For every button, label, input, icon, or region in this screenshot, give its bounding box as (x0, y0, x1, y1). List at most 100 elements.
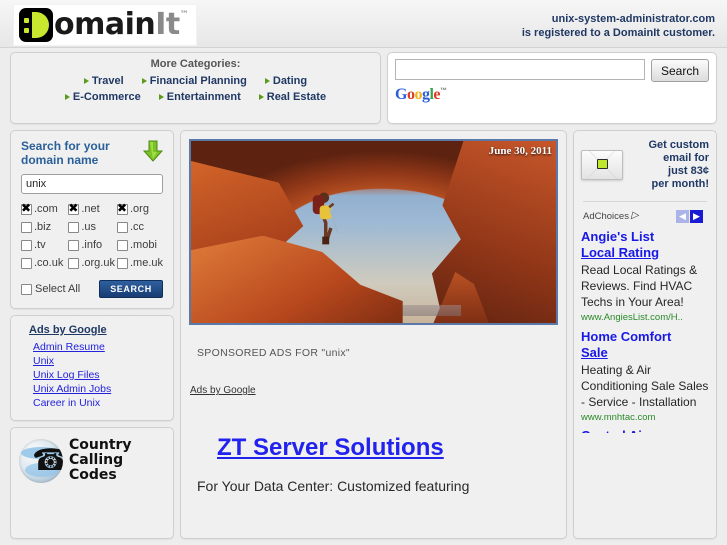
prev-ad-arrow-icon[interactable]: ◀ (676, 210, 689, 223)
top-strip: More Categories: Travel Financial Planni… (0, 48, 727, 130)
center-ads-by-google-link[interactable]: Ads by Google (190, 385, 256, 396)
right-ad-partial-title[interactable]: Central Air (581, 428, 709, 433)
arrow-bullet-icon (158, 94, 164, 100)
checkbox-us[interactable] (68, 221, 80, 233)
arrow-bullet-icon (83, 78, 89, 84)
page-header: omainIt™ unix-system-administrator.com i… (0, 0, 727, 48)
category-link-real-estate[interactable]: Real Estate (258, 91, 326, 103)
category-row-2: E-Commerce Entertainment Real Estate (19, 91, 372, 103)
checkbox-me-uk[interactable] (116, 257, 128, 269)
tld-option-com[interactable]: .com (21, 202, 66, 215)
ad-link-unix-admin-jobs[interactable]: Unix Admin Jobs (33, 382, 163, 396)
ccc-line-1: Country (69, 437, 132, 453)
tld-option-org-uk[interactable]: .org.uk (68, 257, 115, 269)
right-ad-title-line2: Local Rating (581, 245, 660, 260)
country-calling-codes-ad[interactable]: ☎ Country Calling Codes (10, 427, 174, 539)
checkbox-biz[interactable] (21, 221, 32, 233)
ad-link-unix[interactable]: Unix (33, 354, 163, 368)
category-link-dating[interactable]: Dating (264, 75, 307, 87)
checkbox-cc[interactable] (116, 221, 128, 233)
adchoices-link[interactable]: AdChoices (583, 210, 639, 223)
center-ad-title[interactable]: ZT Server Solutions (217, 434, 444, 462)
checkbox-co-uk[interactable] (21, 257, 32, 269)
checkbox-org-uk[interactable] (68, 257, 80, 269)
tld-label: .tv (34, 239, 46, 251)
domainit-logo[interactable]: omainIt™ (14, 5, 197, 45)
tld-label: .co.uk (34, 257, 64, 269)
checkbox-mobi[interactable] (116, 239, 128, 251)
ccc-line-3: Codes (69, 467, 117, 483)
tld-option-cc[interactable]: .cc (116, 221, 163, 233)
ccc-line-2: Calling (69, 452, 124, 468)
ads-by-google-header[interactable]: Ads by Google (29, 324, 163, 336)
right-ad-home-comfort: Home Comfort Sale Heating & Air Conditio… (581, 329, 709, 423)
ad-nav-arrows: ◀ ▶ (676, 210, 703, 223)
google-trademark: ™ (440, 87, 447, 95)
checkbox-select-all[interactable] (21, 283, 32, 295)
domain-search-footer: Select All SEARCH (21, 280, 163, 298)
tld-option-net[interactable]: .net (68, 202, 115, 215)
right-ad-title-line1: Angie's List (581, 229, 655, 244)
tld-option-co-uk[interactable]: .co.uk (21, 257, 66, 269)
tld-label: .info (81, 239, 103, 251)
next-ad-arrow-icon[interactable]: ▶ (690, 210, 703, 223)
center-content-panel: June 30, 2011 SPONSORED ADS FOR "unix" A… (180, 130, 567, 539)
domain-name-input[interactable] (21, 174, 163, 194)
checkbox-com[interactable] (21, 202, 32, 215)
arrow-bullet-icon (64, 94, 70, 100)
arrow-bullet-icon (141, 78, 147, 84)
checkbox-org[interactable] (116, 202, 128, 215)
tld-option-us[interactable]: .us (68, 221, 115, 233)
left-sidebar: Search for your domain name .com .net .o… (10, 130, 174, 539)
custom-email-ad[interactable]: Get custom email for just 83¢ per month! (581, 139, 709, 191)
hiker-figure-icon (313, 192, 339, 245)
tld-option-mobi[interactable]: .mobi (116, 239, 163, 251)
ad-link-career-in-unix[interactable]: Career in Unix (33, 396, 163, 410)
google-search-input[interactable] (395, 59, 645, 80)
tld-label: .org.uk (81, 257, 115, 269)
rock-ledge (191, 235, 403, 323)
center-column: June 30, 2011 SPONSORED ADS FOR "unix" A… (180, 130, 567, 539)
tld-option-tv[interactable]: .tv (21, 239, 66, 251)
sponsored-ads-label: SPONSORED ADS FOR "unix" (197, 347, 350, 359)
hero-photo: June 30, 2011 (189, 139, 558, 325)
tld-option-me-uk[interactable]: .me.uk (116, 257, 163, 269)
email-ad-line-1: Get custom (648, 139, 709, 151)
right-ad-url: www.AngiesList.com/H.. (581, 312, 683, 323)
ad-link-admin-resume[interactable]: Admin Resume (33, 340, 163, 354)
right-ad-title-line2: Sale (581, 345, 608, 360)
right-ad-title[interactable]: Angie's List Local Rating (581, 229, 709, 261)
tld-label: .net (81, 203, 100, 215)
category-link-travel[interactable]: Travel (83, 75, 124, 87)
right-ad-angies-list: Angie's List Local Rating Read Local Rat… (581, 229, 709, 323)
checkbox-info[interactable] (68, 239, 80, 251)
category-link-e-commerce[interactable]: E-Commerce (64, 91, 141, 103)
category-link-entertainment[interactable]: Entertainment (158, 91, 241, 103)
category-link-financial-planning[interactable]: Financial Planning (141, 75, 247, 87)
google-logo: Google™ (395, 86, 709, 104)
google-search-row: Search (395, 59, 709, 82)
select-all-option[interactable]: Select All (21, 283, 80, 295)
envelope-chip (597, 159, 608, 169)
checkbox-net[interactable] (68, 202, 80, 215)
category-label: E-Commerce (72, 91, 141, 103)
tld-label: .biz (34, 221, 52, 233)
domain-search-header: Search for your domain name (21, 139, 163, 167)
center-ad-description: For Your Data Center: Customized featuri… (197, 478, 470, 494)
ad-link-unix-log-files[interactable]: Unix Log Files (33, 368, 163, 382)
ad-divider (583, 201, 707, 202)
tld-option-info[interactable]: .info (68, 239, 115, 251)
country-calling-codes-content: ☎ Country Calling Codes (19, 438, 165, 483)
tld-checkbox-grid: .com .net .org .biz .us .cc .tv .info .m… (21, 202, 163, 269)
adchoices-row: AdChoices ◀ ▶ (581, 210, 709, 223)
logo-dot-top (24, 18, 29, 23)
google-search-button[interactable]: Search (651, 59, 709, 82)
category-label: Travel (91, 75, 124, 87)
checkbox-tv[interactable] (21, 239, 32, 251)
domain-search-button[interactable]: SEARCH (99, 280, 163, 298)
tld-label: .us (81, 221, 97, 233)
tld-option-org[interactable]: .org (116, 202, 163, 215)
tld-option-biz[interactable]: .biz (21, 221, 66, 233)
country-calling-codes-text: Country Calling Codes (69, 438, 132, 483)
right-ad-title[interactable]: Home Comfort Sale (581, 329, 709, 361)
